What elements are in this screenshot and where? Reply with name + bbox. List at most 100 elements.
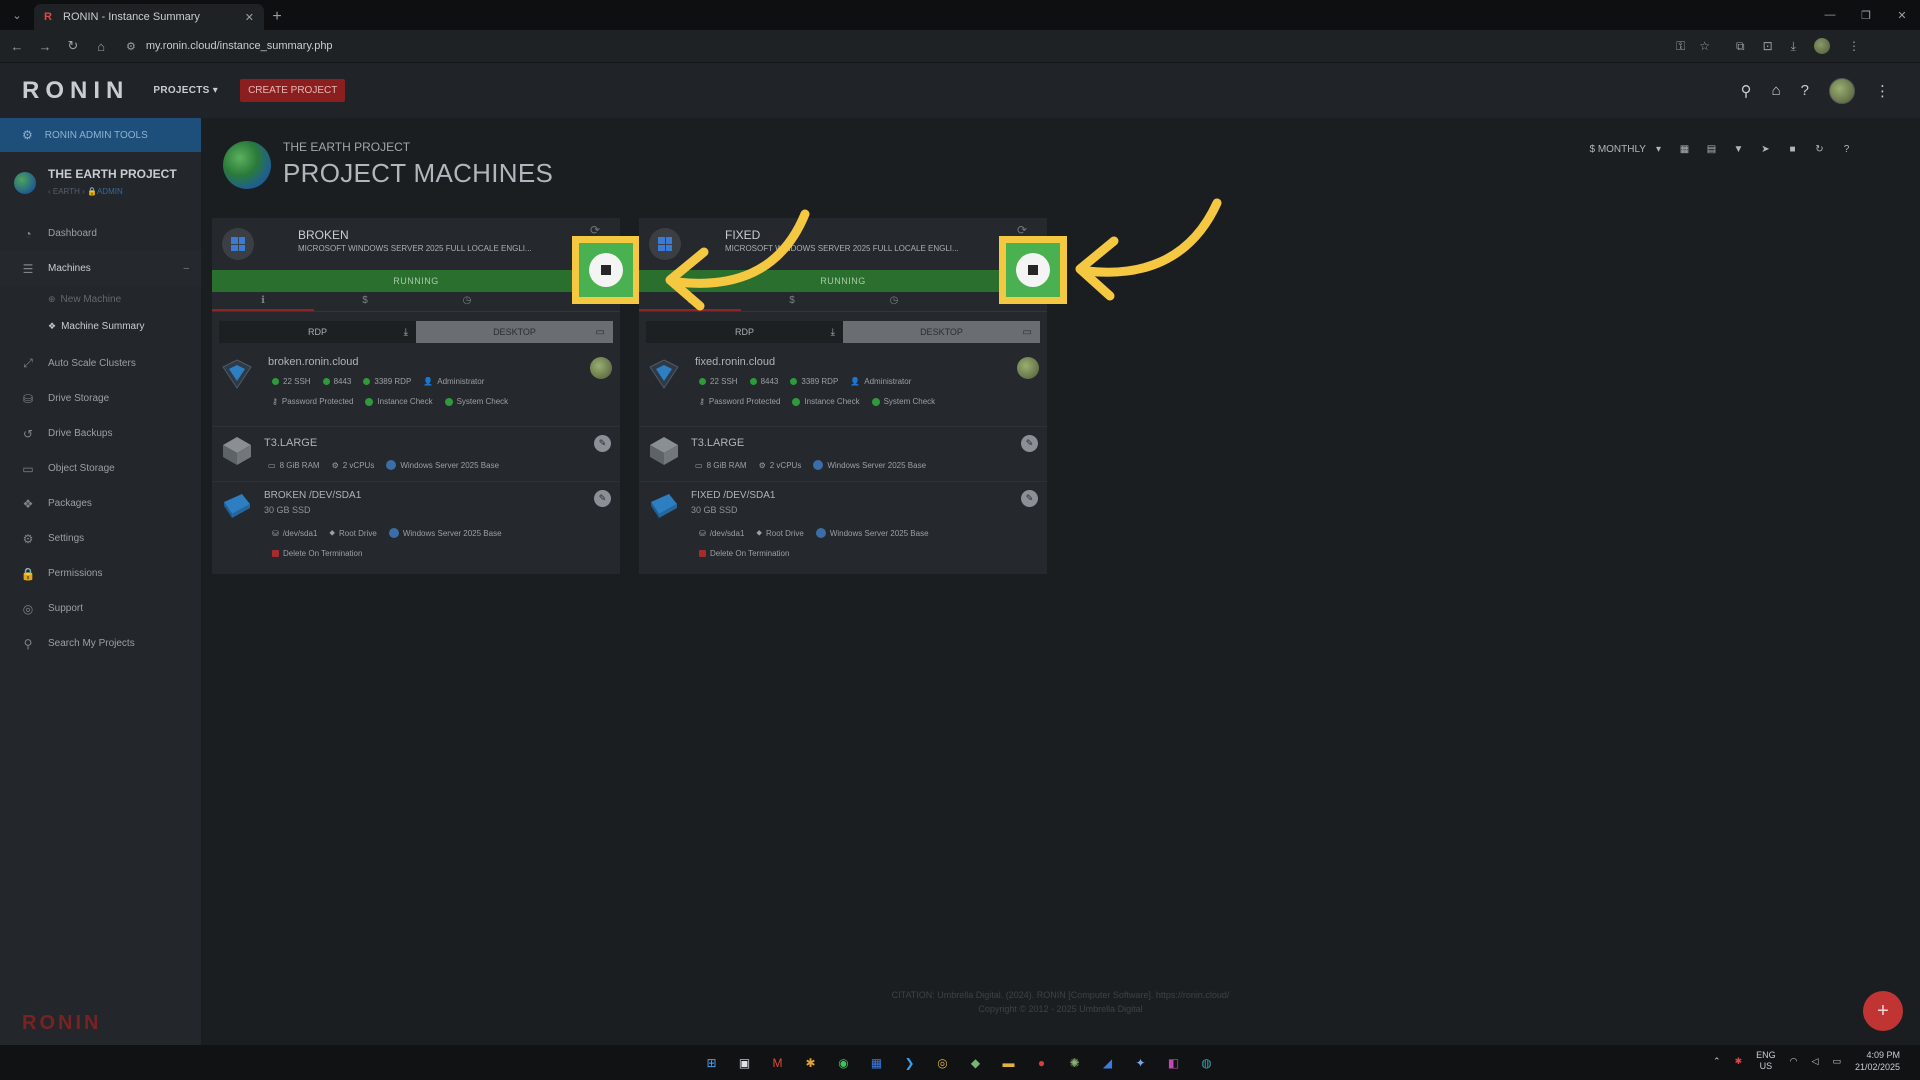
more-menu-icon[interactable]: ⋮: [1875, 82, 1890, 100]
extensions-icon[interactable]: ⧉: [1736, 39, 1745, 54]
home-icon[interactable]: ⌂: [90, 39, 112, 54]
desktop-button[interactable]: DESKTOP ▭: [843, 321, 1040, 343]
tab-info[interactable]: ℹ: [639, 292, 741, 311]
sidebar-subitem-new-machine[interactable]: ⊕ New Machine: [0, 286, 201, 313]
add-fab-button[interactable]: +: [1863, 991, 1903, 1031]
tab-schedule[interactable]: ◷: [416, 292, 518, 311]
battery-icon[interactable]: ▭: [1832, 1056, 1841, 1067]
downloads-icon[interactable]: ⤓: [1791, 39, 1796, 54]
reload-icon[interactable]: ↻: [62, 38, 84, 54]
calendar-icon[interactable]: ▦: [865, 1051, 888, 1074]
windows-start-icon[interactable]: ⊞: [700, 1051, 723, 1074]
wifi-icon[interactable]: ◠: [1790, 1056, 1798, 1067]
jira-icon[interactable]: ◢: [1096, 1051, 1119, 1074]
edit-instance-icon[interactable]: ✎: [1021, 435, 1038, 452]
edit-drive-icon[interactable]: ✎: [594, 490, 611, 507]
billing-period-select[interactable]: $ MONTHLY ▾: [1579, 140, 1671, 159]
sidebar-item-drive-storage[interactable]: ⛁ Drive Storage: [0, 381, 201, 416]
minimize-icon[interactable]: —: [1812, 0, 1848, 30]
edit-instance-icon[interactable]: ✎: [594, 435, 611, 452]
language-indicator[interactable]: ENG US: [1756, 1050, 1776, 1072]
desktop-button[interactable]: DESKTOP ▭: [416, 321, 613, 343]
help-icon[interactable]: ?: [1801, 82, 1809, 99]
forward-icon[interactable]: →: [34, 39, 56, 54]
sidebar-item-dashboard[interactable]: ◔ Dashboard: [0, 216, 201, 251]
new-tab-icon[interactable]: +: [264, 4, 290, 30]
chatgpt-icon[interactable]: ✺: [1063, 1051, 1086, 1074]
gmail-icon[interactable]: M: [766, 1051, 789, 1074]
file-explorer-icon[interactable]: ▬: [997, 1051, 1020, 1074]
tab-cost[interactable]: $: [741, 292, 843, 311]
site-info-icon[interactable]: ⚙: [126, 40, 136, 53]
sidebar-item-permissions[interactable]: 🔒 Permissions: [0, 556, 201, 591]
tray-chevron-icon[interactable]: ⌃: [1713, 1056, 1721, 1067]
hostname[interactable]: broken.ronin.cloud: [268, 356, 359, 368]
chrome-icon[interactable]: ◎: [931, 1051, 954, 1074]
tab-schedule[interactable]: ◷: [843, 292, 945, 311]
sidebar-item-auto-scale[interactable]: ⤢ Auto Scale Clusters: [0, 346, 201, 381]
home-icon[interactable]: ⌂: [1772, 82, 1781, 99]
sidebar-item-drive-backups[interactable]: ↺ Drive Backups: [0, 416, 201, 451]
table-view-icon[interactable]: ▤: [1698, 144, 1725, 155]
media-player-icon[interactable]: ●: [1030, 1051, 1053, 1074]
sync-icon[interactable]: ⟳: [1017, 223, 1027, 237]
filter-icon[interactable]: ▼: [1725, 144, 1752, 155]
search-icon[interactable]: ⚲: [1741, 82, 1752, 100]
url-field[interactable]: ⚙ my.ronin.cloud/instance_summary.php ⚿ …: [126, 34, 1716, 58]
app-icon[interactable]: ◆: [964, 1051, 987, 1074]
sync-icon[interactable]: ⟳: [590, 223, 600, 237]
task-view-icon[interactable]: ▣: [733, 1051, 756, 1074]
onenote-icon[interactable]: ◧: [1162, 1051, 1185, 1074]
screenshot-icon[interactable]: ⊡: [1763, 39, 1773, 53]
owner-avatar[interactable]: [590, 357, 612, 379]
launch-icon[interactable]: ➤: [1752, 144, 1779, 155]
sidebar-item-settings[interactable]: ⚙ Settings: [0, 521, 201, 556]
sidebar-item-machines[interactable]: ☰ Machines –: [0, 251, 201, 286]
edge-icon[interactable]: ◍: [1195, 1051, 1218, 1074]
close-tab-icon[interactable]: ✕: [245, 11, 254, 24]
create-project-button[interactable]: CREATE PROJECT: [240, 79, 346, 102]
machine-name[interactable]: FIXED: [725, 228, 760, 242]
machine-name[interactable]: BROKEN: [298, 228, 349, 242]
password-key-icon[interactable]: ⚿: [1676, 39, 1685, 54]
sidebar-item-search-projects[interactable]: ⚲ Search My Projects: [0, 626, 201, 661]
clock[interactable]: 4:09 PM 21/02/2025: [1855, 1049, 1900, 1073]
restore-icon[interactable]: ❐: [1848, 0, 1884, 30]
owner-avatar[interactable]: [1017, 357, 1039, 379]
back-icon[interactable]: ←: [6, 39, 28, 54]
hostname[interactable]: fixed.ronin.cloud: [695, 356, 775, 368]
grid-view-icon[interactable]: ▦: [1671, 144, 1698, 155]
rdp-button[interactable]: RDP ⤓: [219, 321, 416, 343]
browser-profile-avatar[interactable]: [1813, 38, 1830, 54]
ronin-admin-tools[interactable]: ⚙ RONIN ADMIN TOOLS: [0, 118, 201, 152]
refresh-icon[interactable]: ↻: [1806, 144, 1833, 155]
sidebar-item-packages[interactable]: ❖ Packages: [0, 486, 201, 521]
user-avatar[interactable]: [1829, 77, 1855, 104]
edit-drive-icon[interactable]: ✎: [1021, 490, 1038, 507]
sidebar-subitem-machine-summary[interactable]: ❖ Machine Summary: [0, 313, 201, 340]
tray-app-icon[interactable]: ✱: [1735, 1056, 1743, 1067]
slack-icon[interactable]: ✱: [799, 1051, 822, 1074]
project-name[interactable]: THE EARTH PROJECT: [48, 167, 177, 181]
sidebar-item-support[interactable]: ◎ Support: [0, 591, 201, 626]
sidebar-item-object-storage[interactable]: ▭ Object Storage: [0, 451, 201, 486]
browser-menu-icon[interactable]: ⋮: [1848, 39, 1860, 53]
gemini-icon[interactable]: ✦: [1129, 1051, 1152, 1074]
stop-all-icon[interactable]: ■: [1779, 144, 1806, 155]
tab-cost[interactable]: $: [314, 292, 416, 311]
close-window-icon[interactable]: ✕: [1884, 0, 1920, 30]
browser-tab[interactable]: R RONIN - Instance Summary ✕: [34, 4, 264, 30]
ronin-logo[interactable]: RONIN: [22, 77, 129, 105]
help-icon[interactable]: ?: [1833, 144, 1860, 155]
stop-machine-button[interactable]: [1016, 253, 1050, 287]
rdp-button[interactable]: RDP ⤓: [646, 321, 843, 343]
tab-search-icon[interactable]: ⌄: [4, 2, 30, 28]
vscode-icon[interactable]: ❯: [898, 1051, 921, 1074]
whatsapp-icon[interactable]: ◉: [832, 1051, 855, 1074]
collapse-icon[interactable]: –: [183, 263, 189, 274]
bookmark-star-icon[interactable]: ☆: [1699, 39, 1710, 54]
projects-menu[interactable]: PROJECTS ▾: [153, 85, 218, 96]
tab-info[interactable]: ℹ: [212, 292, 314, 311]
stop-machine-button[interactable]: [589, 253, 623, 287]
volume-icon[interactable]: ◁: [1812, 1056, 1819, 1067]
